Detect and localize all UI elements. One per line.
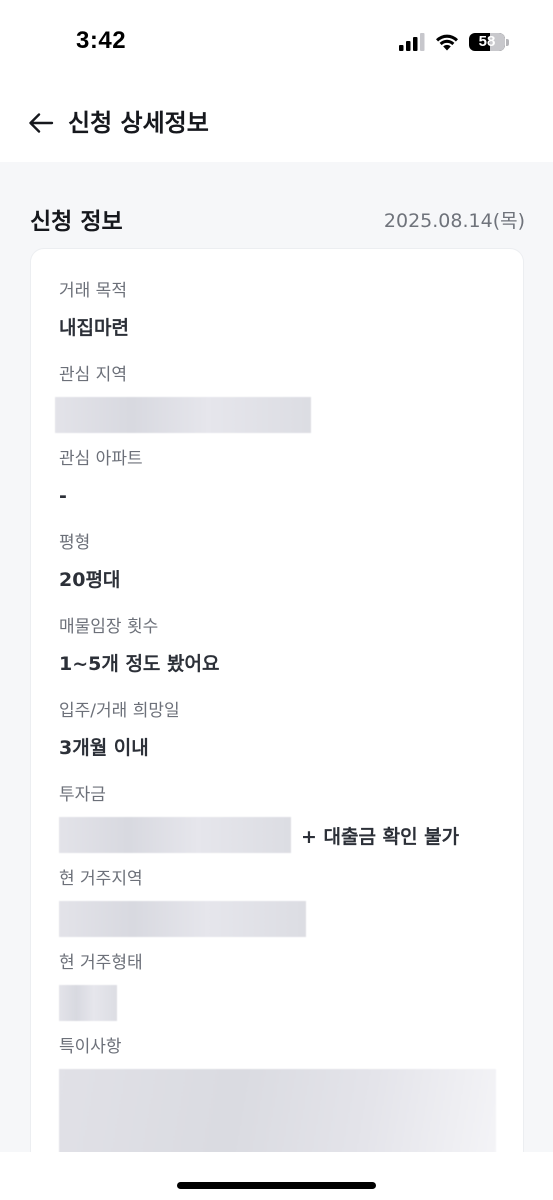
field-label: 투자금 — [59, 785, 106, 805]
page-title: 신청 상세정보 — [68, 109, 209, 137]
arrow-left-icon — [29, 113, 54, 133]
cellular-signal-icon — [399, 33, 425, 51]
field-label: 관심 지역 — [59, 365, 127, 385]
home-indicator[interactable] — [177, 1182, 376, 1189]
field-value: 20평대 — [59, 569, 121, 591]
status-time: 3:42 — [76, 27, 127, 54]
application-date: 2025.08.14(목) — [383, 209, 525, 232]
section-header: 신청 정보 2025.08.14(목) — [30, 202, 525, 236]
redacted-value — [55, 397, 311, 433]
field-label: 거래 목적 — [59, 281, 127, 301]
status-icons: 58 — [399, 30, 509, 54]
field-move-in: 입주/거래 희망일 3개월 이내 — [59, 699, 180, 761]
field-remarks: 특이사항 — [59, 1035, 496, 1153]
back-button[interactable] — [24, 106, 58, 140]
field-apartment: 관심 아파트 - — [59, 447, 143, 509]
field-size: 평형 20평대 — [59, 531, 120, 593]
battery-level: 58 — [478, 33, 496, 50]
field-label: 현 거주형태 — [59, 953, 143, 973]
field-label: 현 거주지역 — [59, 869, 143, 889]
investment-row: + 대출금 확인 불가 — [59, 817, 459, 853]
application-info-card: 거래 목적 내집마련 관심 지역 관심 아파트 - 평형 20평대 매물임장 횟… — [30, 248, 524, 1200]
battery-icon: 58 — [469, 31, 509, 53]
loan-note: + 대출금 확인 불가 — [301, 825, 460, 848]
field-value: - — [59, 485, 67, 507]
field-label: 입주/거래 희망일 — [59, 701, 180, 721]
field-value: 내집마련 — [59, 317, 129, 339]
field-purpose: 거래 목적 내집마련 — [59, 279, 129, 341]
redacted-value — [59, 817, 291, 853]
field-investment: 투자금 + 대출금 확인 불가 — [59, 783, 459, 853]
home-indicator-area — [0, 1152, 553, 1200]
field-label: 관심 아파트 — [59, 449, 143, 469]
redacted-value — [59, 1069, 496, 1153]
redacted-value — [59, 985, 117, 1021]
field-visits: 매물임장 횟수 1~5개 정도 봤어요 — [59, 615, 219, 677]
app-header: 신청 상세정보 — [0, 84, 553, 162]
field-current-region: 현 거주지역 — [59, 867, 306, 937]
field-label: 특이사항 — [59, 1037, 122, 1057]
wifi-icon — [436, 34, 458, 51]
status-bar: 3:42 58 — [0, 0, 553, 84]
content-area[interactable]: 신청 정보 2025.08.14(목) 거래 목적 내집마련 관심 지역 관심 … — [0, 162, 553, 1200]
field-region: 관심 지역 — [55, 363, 311, 433]
redacted-value — [59, 901, 306, 937]
field-value: 3개월 이내 — [59, 737, 149, 759]
field-label: 평형 — [59, 533, 91, 553]
field-current-type: 현 거주형태 — [59, 951, 143, 1021]
section-title: 신청 정보 — [30, 209, 123, 235]
field-label: 매물임장 횟수 — [59, 617, 159, 637]
field-value: 1~5개 정도 봤어요 — [59, 653, 220, 675]
